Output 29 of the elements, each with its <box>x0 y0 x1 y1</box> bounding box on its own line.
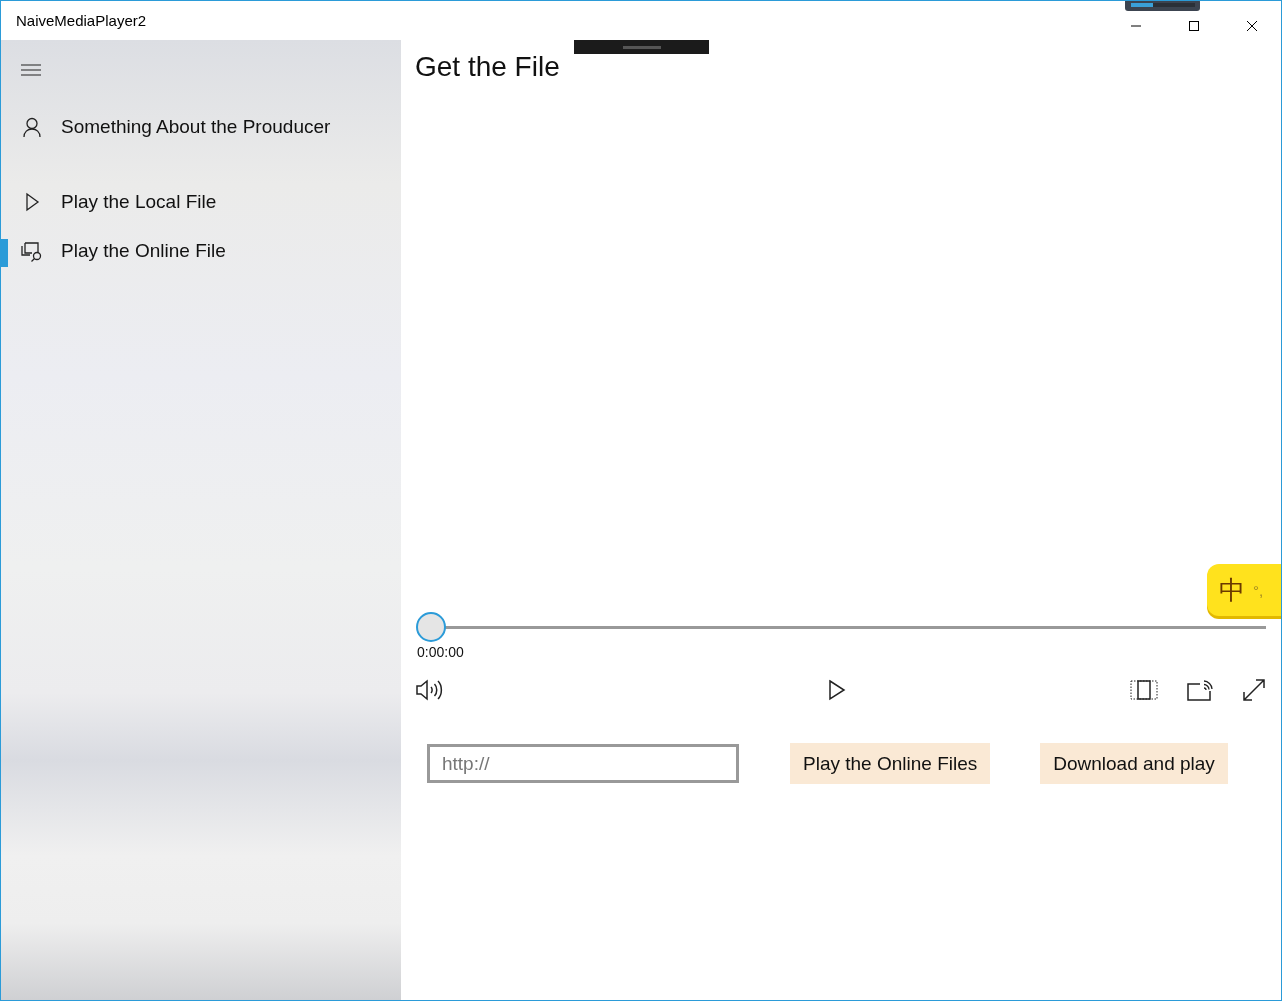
screen-search-icon <box>21 240 43 262</box>
nav-item[interactable]: Play the Online File <box>1 227 401 275</box>
nav-item[interactable]: Something About the Prouducer <box>1 103 401 151</box>
play-icon <box>827 679 846 701</box>
play-button[interactable] <box>827 679 846 701</box>
fullscreen-button[interactable] <box>1242 678 1266 702</box>
window-title: NaiveMediaPlayer2 <box>16 12 147 29</box>
seek-thumb[interactable] <box>416 611 446 642</box>
menu-icon <box>21 64 41 76</box>
dotted-frame-icon <box>1130 679 1158 701</box>
action-button[interactable]: Play the Online Files <box>790 743 991 784</box>
url-input-field[interactable]: http:// <box>427 744 739 783</box>
page-title: Get the File <box>415 51 561 83</box>
cast-icon <box>1186 679 1214 701</box>
volume-icon <box>415 678 443 702</box>
volume-button[interactable] <box>415 678 443 702</box>
expand-arrows-icon <box>1242 678 1266 702</box>
aspect-ratio-button[interactable] <box>1130 679 1158 701</box>
menu-button[interactable] <box>21 62 43 78</box>
person-icon <box>21 117 43 137</box>
ime-mode-label[interactable]: 中 <box>1219 572 1245 608</box>
maximize-icon <box>1188 20 1200 32</box>
close-icon <box>1246 20 1258 32</box>
time-label: 0:00:00 <box>417 644 465 660</box>
action-button[interactable]: Download and play <box>1040 743 1228 784</box>
ime-toolbar[interactable]: 中 °, <box>1207 564 1281 616</box>
cast-button[interactable] <box>1186 679 1214 701</box>
drag-handle-bar[interactable] <box>574 40 709 54</box>
nav-item[interactable]: Play the Local File <box>1 177 401 227</box>
